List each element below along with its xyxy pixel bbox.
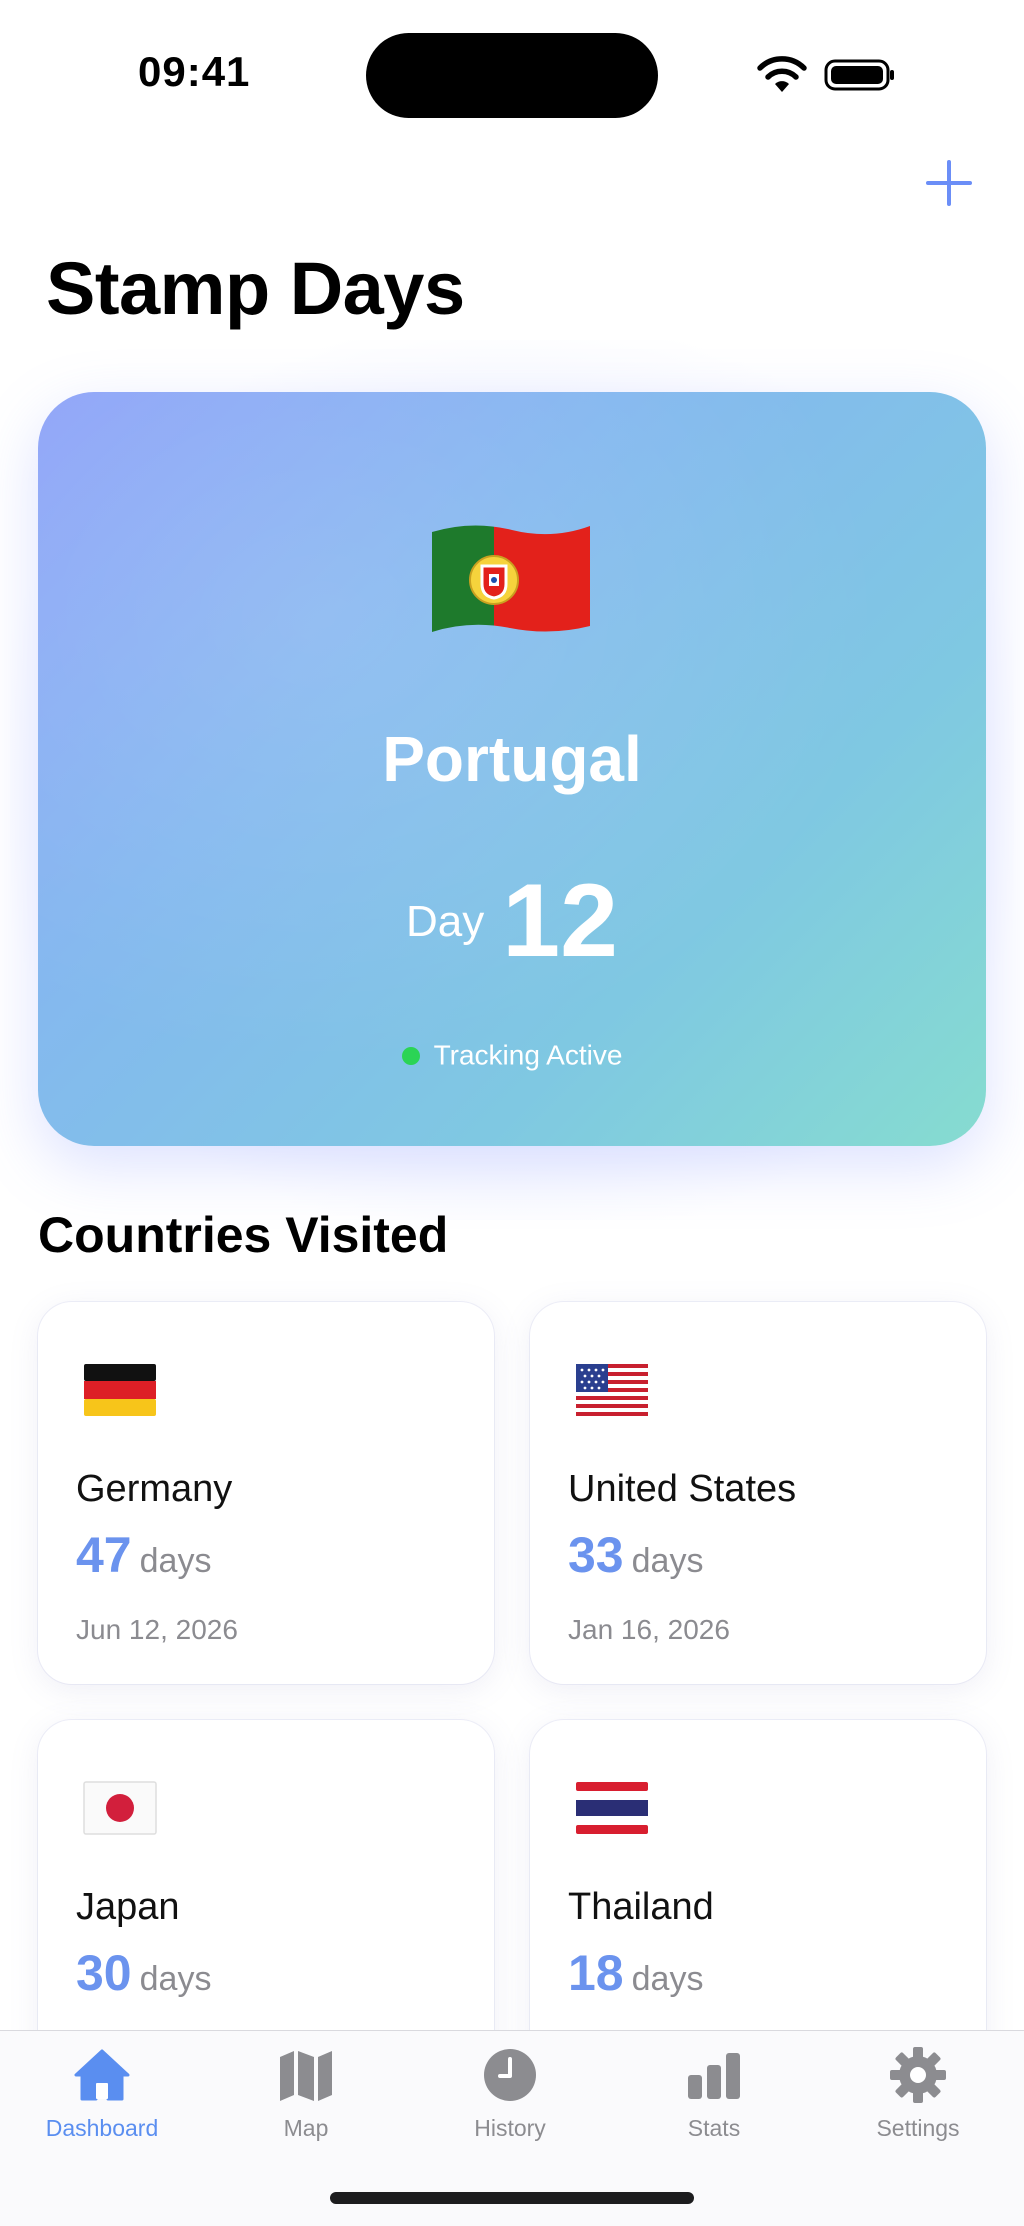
country-days: 33 days bbox=[568, 1526, 703, 1584]
days-count: 33 bbox=[568, 1527, 624, 1583]
germany-flag-icon bbox=[84, 1364, 156, 1416]
dynamic-island bbox=[366, 33, 658, 118]
days-count: 47 bbox=[76, 1527, 132, 1583]
country-date: Jun 12, 2026 bbox=[76, 1614, 238, 1645]
tab-label: Stats bbox=[687, 2115, 741, 2141]
tab-label: Map bbox=[283, 2115, 329, 2141]
country-date: Jan 16, 2026 bbox=[568, 1614, 730, 1645]
current-country-card[interactable]: Portugal Day 12 Tracking Active bbox=[38, 392, 986, 1146]
battery-icon bbox=[824, 59, 894, 91]
country-name: Japan bbox=[76, 1886, 180, 1928]
gear-icon bbox=[890, 2047, 946, 2103]
days-unit: days bbox=[631, 1542, 704, 1580]
days-unit: days bbox=[139, 1960, 212, 1998]
status-bar: 09:41 bbox=[0, 0, 1024, 150]
tab-label: Settings bbox=[876, 2115, 960, 2141]
portugal-flag-icon bbox=[432, 525, 590, 633]
country-days: 30 days bbox=[76, 1944, 211, 2002]
thailand-flag-icon bbox=[576, 1782, 648, 1834]
map-icon bbox=[280, 2051, 332, 2101]
tracking-status: Tracking Active bbox=[38, 1038, 986, 1072]
status-time: 09:41 bbox=[138, 48, 251, 95]
country-card-germany[interactable]: Germany 47 days Jun 12, 2026 bbox=[38, 1302, 494, 1684]
days-count: 30 bbox=[76, 1945, 132, 2001]
wifi-icon bbox=[757, 56, 807, 92]
days-unit: days bbox=[139, 1542, 212, 1580]
tab-map[interactable]: Map bbox=[204, 2045, 408, 2155]
day-value: 12 bbox=[502, 863, 618, 979]
country-name: United States bbox=[568, 1468, 797, 1510]
country-name: Germany bbox=[76, 1468, 233, 1510]
tab-dashboard[interactable]: Dashboard bbox=[0, 2045, 204, 2155]
current-day-counter: Day 12 bbox=[38, 862, 986, 981]
tracking-status-text: Tracking Active bbox=[433, 1039, 623, 1071]
clock-icon bbox=[484, 2049, 536, 2101]
usa-flag-icon bbox=[576, 1364, 648, 1416]
country-days: 47 days bbox=[76, 1526, 211, 1584]
chart-bar-icon bbox=[688, 2053, 740, 2099]
house-icon bbox=[74, 2049, 130, 2101]
country-days: 18 days bbox=[568, 1944, 703, 2002]
home-indicator bbox=[330, 2192, 694, 2204]
japan-flag-icon bbox=[83, 1781, 157, 1835]
tracking-status-dot bbox=[401, 1046, 420, 1065]
current-country-name: Portugal bbox=[382, 723, 642, 795]
tab-label: Dashboard bbox=[45, 2115, 159, 2141]
add-button[interactable] bbox=[924, 158, 974, 208]
tab-settings[interactable]: Settings bbox=[816, 2045, 1020, 2155]
days-unit: days bbox=[631, 1960, 704, 1998]
country-name: Thailand bbox=[568, 1886, 714, 1928]
country-card-united-states[interactable]: United States 33 days Jan 16, 2026 bbox=[530, 1302, 986, 1684]
tab-label: History bbox=[474, 2115, 546, 2141]
section-title: Countries Visited bbox=[38, 1207, 449, 1263]
tab-stats[interactable]: Stats bbox=[612, 2045, 816, 2155]
page-title: Stamp Days bbox=[46, 247, 465, 330]
day-label: Day bbox=[406, 896, 485, 946]
days-count: 18 bbox=[568, 1945, 624, 2001]
tab-history[interactable]: History bbox=[408, 2045, 612, 2155]
